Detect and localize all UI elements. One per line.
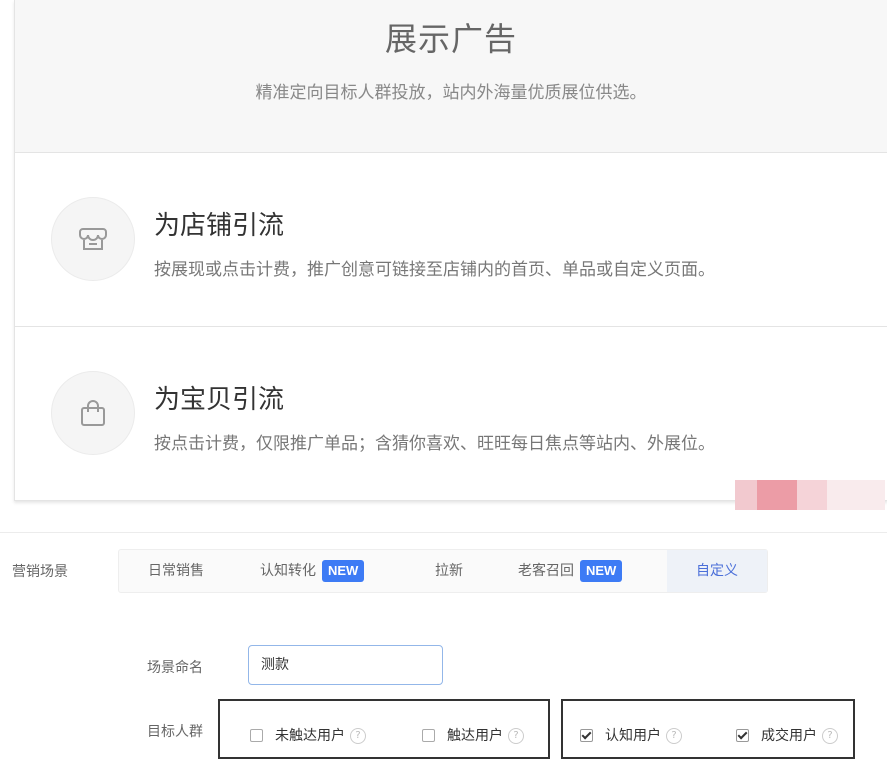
option-store-description: 按展现或点击计费，推广创意可链接至店铺内的首页、单品或自定义页面。 [154,260,715,280]
blurred-watermark [735,480,885,510]
tab-acquisition[interactable]: 拉新 [435,550,463,592]
shopping-bag-icon [81,400,105,426]
checkbox-converted-users[interactable]: 成交用户? [736,725,838,745]
display-ad-title: 展示广告 [384,20,517,58]
scene-name-label: 场景命名 [147,660,203,676]
display-ad-header: 展示广告 精准定向目标人群投放，站内外海量优质展位供选。 [15,0,887,153]
option-item-description: 按点击计费，仅限推广单品；含猜你喜欢、旺旺每日焦点等站内、外展位。 [154,434,715,454]
option-item-title: 为宝贝引流 [154,385,285,415]
store-icon [79,228,107,250]
store-icon-circle [51,197,135,281]
display-ad-subtitle: 精准定向目标人群投放，站内外海量优质展位供选。 [255,83,647,103]
audience-group-left: 未触达用户? 触达用户? [218,699,550,759]
checkbox-box[interactable] [422,728,435,742]
option-store-title: 为店铺引流 [154,211,285,241]
scene-settings-panel: 营销场景 日常销售 认知转化 NEW 拉新 老客召回 NEW 自定义 场景命名 测款… [0,532,887,759]
option-item-traffic[interactable]: 为宝贝引流 按点击计费，仅限推广单品；含猜你喜欢、旺旺每日焦点等站内、外展位。 [15,327,887,500]
checkbox-unreached-users[interactable]: 未触达用户? [250,725,366,745]
checkbox-box[interactable] [250,728,263,742]
tab-custom[interactable]: 自定义 [667,550,767,592]
marketing-scene-label: 营销场景 [12,564,68,580]
new-badge: NEW [322,560,365,582]
tab-awareness-conversion[interactable]: 认知转化 NEW [260,550,365,592]
bag-icon-circle [51,371,135,455]
tab-label: 认知转化 [260,563,316,579]
tab-label: 老客召回 [518,563,574,579]
tab-label: 拉新 [435,563,463,579]
scene-name-input[interactable]: 测款 [248,645,443,685]
marketing-scene-tabs: 日常销售 认知转化 NEW 拉新 老客召回 NEW 自定义 [118,549,768,593]
tab-label: 日常销售 [148,563,204,579]
tab-label: 自定义 [696,563,738,579]
checkbox-box-checked[interactable] [580,728,593,742]
display-ad-card: 展示广告 精准定向目标人群投放，站内外海量优质展位供选。 为店铺引流 按展现或点… [14,0,887,501]
audience-group-right: 认知用户? 成交用户? [561,699,855,759]
tab-customer-recall[interactable]: 老客召回 NEW [518,550,623,592]
checkbox-reached-users[interactable]: 触达用户? [422,725,524,745]
option-store-traffic[interactable]: 为店铺引流 按展现或点击计费，推广创意可链接至店铺内的首页、单品或自定义页面。 [15,153,887,327]
checkbox-box-checked[interactable] [736,728,749,742]
tab-daily-sales[interactable]: 日常销售 [148,550,204,592]
checkbox-aware-users[interactable]: 认知用户? [580,725,682,745]
new-badge: NEW [580,560,623,582]
target-audience-label: 目标人群 [147,724,203,740]
